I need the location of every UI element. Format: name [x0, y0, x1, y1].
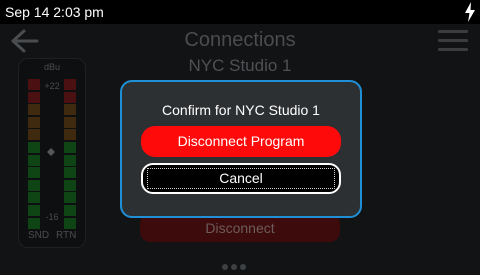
dialog-title: Confirm for NYC Studio 1 [162, 102, 320, 118]
snd-channel-label: SND [28, 230, 50, 241]
page-indicator [222, 257, 258, 270]
snd-meter-column [28, 79, 40, 230]
clock: Sep 14 2:03 pm [5, 4, 104, 20]
page-dot [240, 264, 246, 270]
confirm-dialog: Confirm for NYC Studio 1 Disconnect Prog… [120, 80, 362, 218]
disconnect-program-button[interactable]: Disconnect Program [141, 126, 341, 157]
meter-unit-label: dBu [43, 62, 60, 72]
rtn-channel-label: RTN [56, 230, 77, 241]
rtn-meter-column [64, 79, 76, 230]
lightning-bolt-icon [465, 2, 475, 22]
meter-bottom-label: -16 [45, 212, 59, 222]
disconnect-button[interactable]: Disconnect [140, 214, 340, 242]
page-title: Connections [184, 29, 296, 51]
page-dot [231, 264, 237, 270]
status-bar: Sep 14 2:03 pm [0, 0, 480, 24]
cancel-button[interactable]: Cancel [141, 163, 341, 194]
level-pointer-icon [47, 148, 55, 156]
meter-top-label: +22 [44, 81, 60, 91]
audio-level-meter: dBu +22 -16 SND RTN [18, 58, 86, 248]
hamburger-menu-icon[interactable] [438, 30, 468, 52]
page-dot [222, 264, 228, 270]
